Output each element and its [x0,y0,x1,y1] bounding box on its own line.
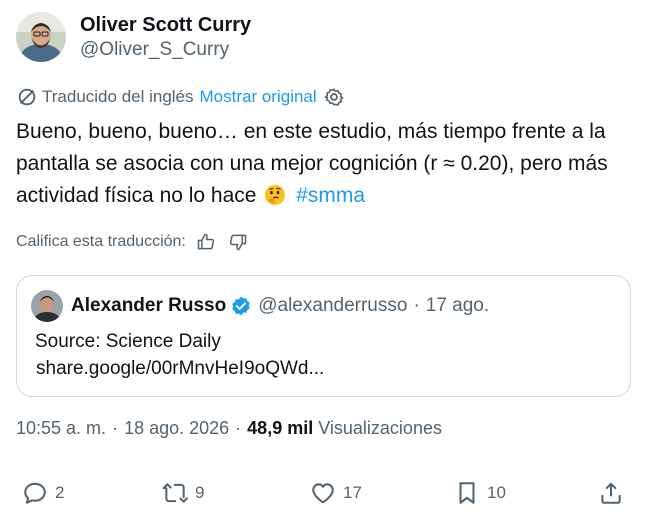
author-name[interactable]: Oliver Scott Curry [80,12,251,38]
thinking-face-icon [264,184,286,206]
like-button[interactable]: 17 [310,480,362,506]
repost-icon [162,483,188,503]
author-avatar[interactable] [16,12,66,62]
rate-translation: Califica esta traducción: [16,230,250,254]
quote-date[interactable]: 17 ago. [426,295,489,317]
like-count: 17 [343,483,362,502]
tweet-meta: 10:55 a. m. · 18 ago. 2026 · 48,9 mil Vi… [16,418,442,439]
quote-text-line1: Source: Science Daily [35,331,221,352]
tweet-text: Bueno, bueno, bueno… en este estudio, má… [16,116,631,212]
quote-avatar[interactable] [31,290,63,322]
bookmark-icon [459,482,475,504]
reply-button[interactable]: 2 [22,480,64,506]
gear-icon[interactable] [323,86,345,108]
share-button[interactable] [598,480,624,506]
share-icon [601,482,621,504]
separator-dot: · [112,418,119,438]
author-handle[interactable]: @Oliver_S_Curry [80,38,251,62]
translate-icon [16,86,38,108]
tweet-header: Oliver Scott Curry @Oliver_S_Curry [16,12,251,62]
reply-icon [24,482,46,504]
views-label: Visualizaciones [318,418,442,438]
views-count: 48,9 mil [247,418,314,438]
hashtag-link[interactable]: #smma [296,184,365,207]
rate-label: Califica esta traducción: [16,233,186,250]
quote-text-link[interactable]: share.google/00rMnvHeI9oQWd... [36,355,324,382]
quoted-tweet[interactable]: Alexander Russo @alexanderrusso · 17 ago… [16,275,631,397]
bookmark-button[interactable]: 10 [454,480,506,506]
repost-count: 9 [195,483,205,502]
action-bar: 2 9 17 10 [0,480,646,514]
reply-count: 2 [55,483,65,502]
separator-dot: · [235,418,242,438]
translation-label: Traducido del inglés [42,87,194,106]
verified-badge-icon [230,295,252,317]
repost-button[interactable]: 9 [162,480,204,506]
tweet-time[interactable]: 10:55 a. m. [16,418,106,439]
tweet-date[interactable]: 18 ago. 2026 [124,418,229,439]
bookmark-count: 10 [487,483,506,502]
quote-author-name[interactable]: Alexander Russo [71,295,226,317]
heart-icon [312,483,334,504]
show-original-link[interactable]: Mostrar original [200,87,317,107]
thumbs-down-icon[interactable] [226,230,250,254]
translation-bar: Traducido del inglés Mostrar original [16,86,345,108]
quote-handle[interactable]: @alexanderrusso [258,295,407,317]
thumbs-up-icon[interactable] [194,230,218,254]
separator-dot: · [413,295,420,316]
